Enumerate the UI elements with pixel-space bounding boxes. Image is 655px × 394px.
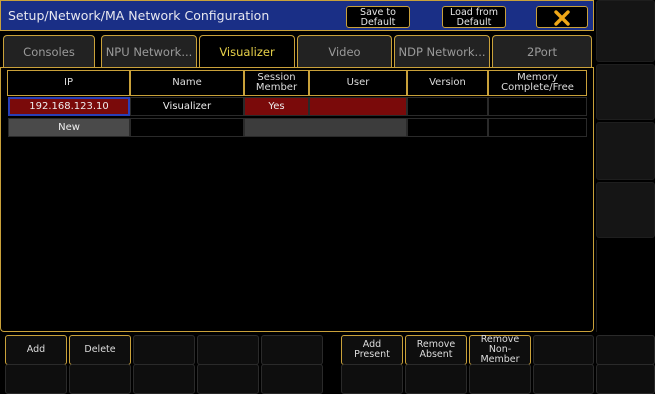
header-user[interactable]: User bbox=[309, 70, 407, 96]
side-button-1[interactable] bbox=[596, 0, 655, 62]
empty-button-r2-10[interactable] bbox=[596, 364, 655, 394]
empty-button-3[interactable] bbox=[261, 335, 323, 365]
header-version[interactable]: Version bbox=[407, 70, 488, 96]
empty-button-5[interactable] bbox=[596, 335, 655, 365]
load-label-2: Default bbox=[456, 17, 492, 28]
save-to-default-button[interactable]: Save to Default bbox=[346, 6, 410, 28]
close-button[interactable] bbox=[536, 6, 588, 28]
tab-npu-network[interactable]: NPU Network... bbox=[101, 35, 197, 67]
window-title: Setup/Network/MA Network Configuration bbox=[8, 8, 270, 23]
cell-new-session-user[interactable] bbox=[244, 118, 407, 137]
cell-version[interactable] bbox=[407, 97, 488, 116]
cell-new-name[interactable] bbox=[130, 118, 244, 137]
cell-new-version[interactable] bbox=[407, 118, 488, 137]
empty-button-r2-4[interactable] bbox=[197, 364, 259, 394]
empty-button-r2-7[interactable] bbox=[405, 364, 467, 394]
empty-button-r2-6[interactable] bbox=[341, 364, 403, 394]
add-button[interactable]: Add bbox=[5, 335, 67, 365]
cell-memory[interactable] bbox=[488, 97, 587, 116]
add-present-button[interactable]: Add Present bbox=[341, 335, 403, 365]
tab-visualizer[interactable]: Visualizer bbox=[199, 35, 295, 67]
header-ip[interactable]: IP bbox=[7, 70, 130, 96]
side-button-3[interactable] bbox=[596, 122, 655, 180]
cell-name[interactable]: Visualizer bbox=[130, 97, 244, 116]
empty-button-r2-3[interactable] bbox=[133, 364, 195, 394]
load-from-default-button[interactable]: Load from Default bbox=[442, 6, 506, 28]
remove-absent-button[interactable]: Remove Absent bbox=[405, 335, 467, 365]
empty-button-r2-2[interactable] bbox=[69, 364, 131, 394]
empty-button-r2-5[interactable] bbox=[261, 364, 323, 394]
empty-button-r2-9[interactable] bbox=[533, 364, 594, 394]
cell-user[interactable] bbox=[309, 97, 407, 116]
cell-new-memory[interactable] bbox=[488, 118, 587, 137]
cell-ip-selected[interactable]: 192.168.123.10 bbox=[8, 97, 130, 116]
cell-new[interactable]: New bbox=[8, 118, 130, 137]
empty-button-4[interactable] bbox=[533, 335, 594, 365]
header-memory-line2: Complete/Free bbox=[501, 82, 574, 93]
empty-button-2[interactable] bbox=[197, 335, 259, 365]
add-present-line2: Present bbox=[354, 349, 390, 360]
tab-2port[interactable]: 2Port bbox=[492, 35, 592, 67]
empty-button-r2-8[interactable] bbox=[469, 364, 531, 394]
empty-button-1[interactable] bbox=[133, 335, 195, 365]
close-icon bbox=[554, 10, 570, 26]
header-memory[interactable]: Memory Complete/Free bbox=[488, 70, 587, 96]
tab-consoles[interactable]: Consoles bbox=[3, 35, 95, 67]
remove-absent-line2: Absent bbox=[419, 349, 453, 360]
empty-button-r2-1[interactable] bbox=[5, 364, 67, 394]
header-session-line2: Member bbox=[255, 82, 298, 93]
header-name[interactable]: Name bbox=[130, 70, 244, 96]
tab-video[interactable]: Video bbox=[297, 35, 392, 67]
side-button-4[interactable] bbox=[596, 182, 655, 238]
side-button-2[interactable] bbox=[596, 64, 655, 120]
cell-session-member[interactable]: Yes bbox=[244, 97, 309, 116]
header-session-member[interactable]: Session Member bbox=[244, 70, 309, 96]
remove-nonmember-line2: Non-Member bbox=[480, 344, 520, 365]
side-empty bbox=[596, 240, 655, 332]
tab-ndp-network[interactable]: NDP Network... bbox=[394, 35, 490, 67]
remove-non-member-button[interactable]: Remove Non-Member bbox=[469, 335, 531, 365]
delete-button[interactable]: Delete bbox=[69, 335, 131, 365]
save-label-2: Default bbox=[360, 17, 396, 28]
